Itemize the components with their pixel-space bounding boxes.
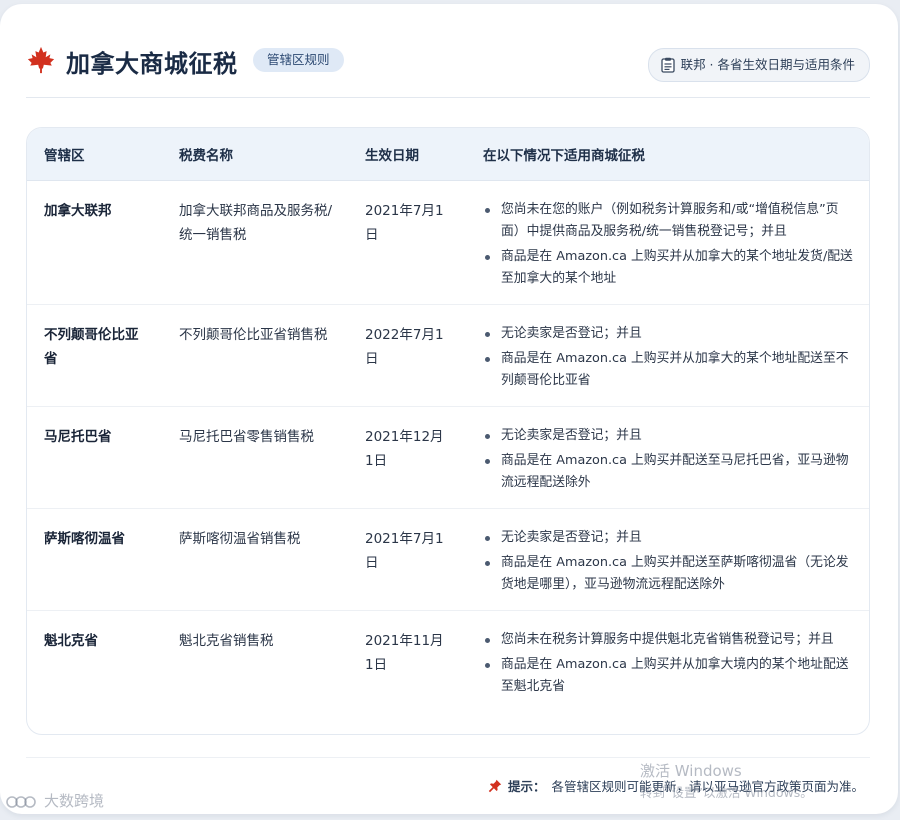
table-row: 魁北克省 魁北克省销售税 2021年11月1日 您尚未在税务计算服务中提供魁北克… xyxy=(27,611,869,702)
maple-leaf-icon xyxy=(27,46,55,74)
tax-name-cell: 加拿大联邦商品及服务税/统一销售税 xyxy=(162,180,348,305)
conditions-list: 您尚未在您的账户（例如税务计算服务和/或“增值税信息”页面）中提供商品及服务税/… xyxy=(483,199,855,290)
jurisdiction-cell: 加拿大联邦 xyxy=(27,180,162,305)
pushpin-icon xyxy=(488,779,502,792)
main-card: 加拿大商城征税 管辖区规则 联邦 · 各省生效日期与适用条件 管辖区 税费名称 … xyxy=(0,4,898,814)
table-row: 不列颠哥伦比亚省 不列颠哥伦比亚省销售税 2022年7月1日 无论卖家是否登记；… xyxy=(27,304,869,407)
table-row: 马尼托巴省 马尼托巴省零售销售税 2021年12月1日 无论卖家是否登记；并且 … xyxy=(27,406,869,509)
column-header-tax-name: 税费名称 xyxy=(162,128,348,181)
table-row: 加拿大联邦 加拿大联邦商品及服务税/统一销售税 2021年7月1日 您尚未在您的… xyxy=(27,180,869,305)
effective-dates-button-label: 联邦 · 各省生效日期与适用条件 xyxy=(680,57,855,72)
tax-name-cell: 魁北克省销售税 xyxy=(179,633,274,649)
condition-item: 无论卖家是否登记；并且 xyxy=(483,323,855,345)
table-header-row: 管辖区 税费名称 生效日期 在以下情况下适用商城征税 xyxy=(27,128,869,181)
condition-item: 商品是在 Amazon.ca 上购买并配送至萨斯喀彻温省（无论发货地是哪里），亚… xyxy=(483,552,855,596)
column-header-jurisdiction: 管辖区 xyxy=(27,128,162,181)
conditions-cell: 您尚未在税务计算服务中提供魁北克省销售税登记号；并且 商品是在 Amazon.c… xyxy=(466,611,869,702)
tax-table-container: 管辖区 税费名称 生效日期 在以下情况下适用商城征税 加拿大联邦 加拿大联邦商品… xyxy=(26,127,870,735)
conditions-list: 无论卖家是否登记；并且 商品是在 Amazon.ca 上购买并配送至萨斯喀彻温省… xyxy=(483,527,855,596)
tax-name-cell: 不列颠哥伦比亚省销售税 xyxy=(162,304,348,407)
jurisdiction-cell: 魁北克省 xyxy=(44,633,98,649)
conditions-cell: 您尚未在您的账户（例如税务计算服务和/或“增值税信息”页面）中提供商品及服务税/… xyxy=(466,180,869,305)
condition-item: 无论卖家是否登记；并且 xyxy=(483,425,855,447)
effective-date-cell: 2021年12月1日 xyxy=(348,406,466,509)
header-divider xyxy=(26,97,870,98)
page-header: 加拿大商城征税 管辖区规则 联邦 · 各省生效日期与适用条件 xyxy=(26,38,870,88)
conditions-cell: 无论卖家是否登记；并且 商品是在 Amazon.ca 上购买并从加拿大的某个地址… xyxy=(466,304,869,407)
effective-date-cell: 2022年7月1日 xyxy=(348,304,466,407)
jurisdiction-cell: 萨斯喀彻温省 xyxy=(27,508,162,611)
tax-table: 管辖区 税费名称 生效日期 在以下情况下适用商城征税 加拿大联邦 加拿大联邦商品… xyxy=(27,128,869,701)
conditions-list: 您尚未在税务计算服务中提供魁北克省销售税登记号；并且 商品是在 Amazon.c… xyxy=(483,629,855,698)
conditions-cell: 无论卖家是否登记；并且 商品是在 Amazon.ca 上购买并配送至萨斯喀彻温省… xyxy=(466,508,869,611)
condition-item: 您尚未在您的账户（例如税务计算服务和/或“增值税信息”页面）中提供商品及服务税/… xyxy=(483,199,855,243)
jurisdiction-cell: 不列颠哥伦比亚省 xyxy=(27,304,162,407)
condition-item: 商品是在 Amazon.ca 上购买并从加拿大的某个地址发货/配送至加拿大的某个… xyxy=(483,246,855,290)
jurisdiction-cell: 马尼托巴省 xyxy=(27,406,162,509)
tip-label: 提示： xyxy=(507,779,546,794)
footer-tip: 提示： 各管辖区规则可能更新，请以亚马逊官方政策页面为准。 xyxy=(488,776,864,795)
jurisdiction-rules-badge: 管辖区规则 xyxy=(253,48,344,72)
page-title: 加拿大商城征税 xyxy=(66,50,238,78)
conditions-list: 无论卖家是否登记；并且 商品是在 Amazon.ca 上购买并配送至马尼托巴省，… xyxy=(483,425,855,494)
tax-name-cell: 马尼托巴省零售销售税 xyxy=(162,406,348,509)
condition-item: 商品是在 Amazon.ca 上购买并从加拿大的某个地址配送至不列颠哥伦比亚省 xyxy=(483,348,855,392)
effective-date-cell: 2021年7月1日 xyxy=(348,508,466,611)
tip-text: 各管辖区规则可能更新，请以亚马逊官方政策页面为准。 xyxy=(551,779,864,794)
effective-dates-button[interactable]: 联邦 · 各省生效日期与适用条件 xyxy=(647,48,870,82)
condition-item: 无论卖家是否登记；并且 xyxy=(483,527,855,549)
condition-item: 您尚未在税务计算服务中提供魁北克省销售税登记号；并且 xyxy=(483,629,855,651)
conditions-cell: 无论卖家是否登记；并且 商品是在 Amazon.ca 上购买并配送至马尼托巴省，… xyxy=(466,406,869,509)
column-header-effective-date: 生效日期 xyxy=(348,128,466,181)
tax-name-cell: 萨斯喀彻温省销售税 xyxy=(162,508,348,611)
conditions-list: 无论卖家是否登记；并且 商品是在 Amazon.ca 上购买并从加拿大的某个地址… xyxy=(483,323,855,392)
effective-date-cell: 2021年7月1日 xyxy=(348,180,466,305)
effective-date-cell: 2021年11月1日 xyxy=(365,633,444,673)
footer-divider xyxy=(26,757,870,758)
column-header-conditions: 在以下情况下适用商城征税 xyxy=(466,128,869,181)
clipboard-icon xyxy=(660,57,675,73)
table-row: 萨斯喀彻温省 萨斯喀彻温省销售税 2021年7月1日 无论卖家是否登记；并且 商… xyxy=(27,508,869,611)
condition-item: 商品是在 Amazon.ca 上购买并配送至马尼托巴省，亚马逊物流远程配送除外 xyxy=(483,450,855,494)
condition-item: 商品是在 Amazon.ca 上购买并从加拿大境内的某个地址配送至魁北克省 xyxy=(483,654,855,698)
